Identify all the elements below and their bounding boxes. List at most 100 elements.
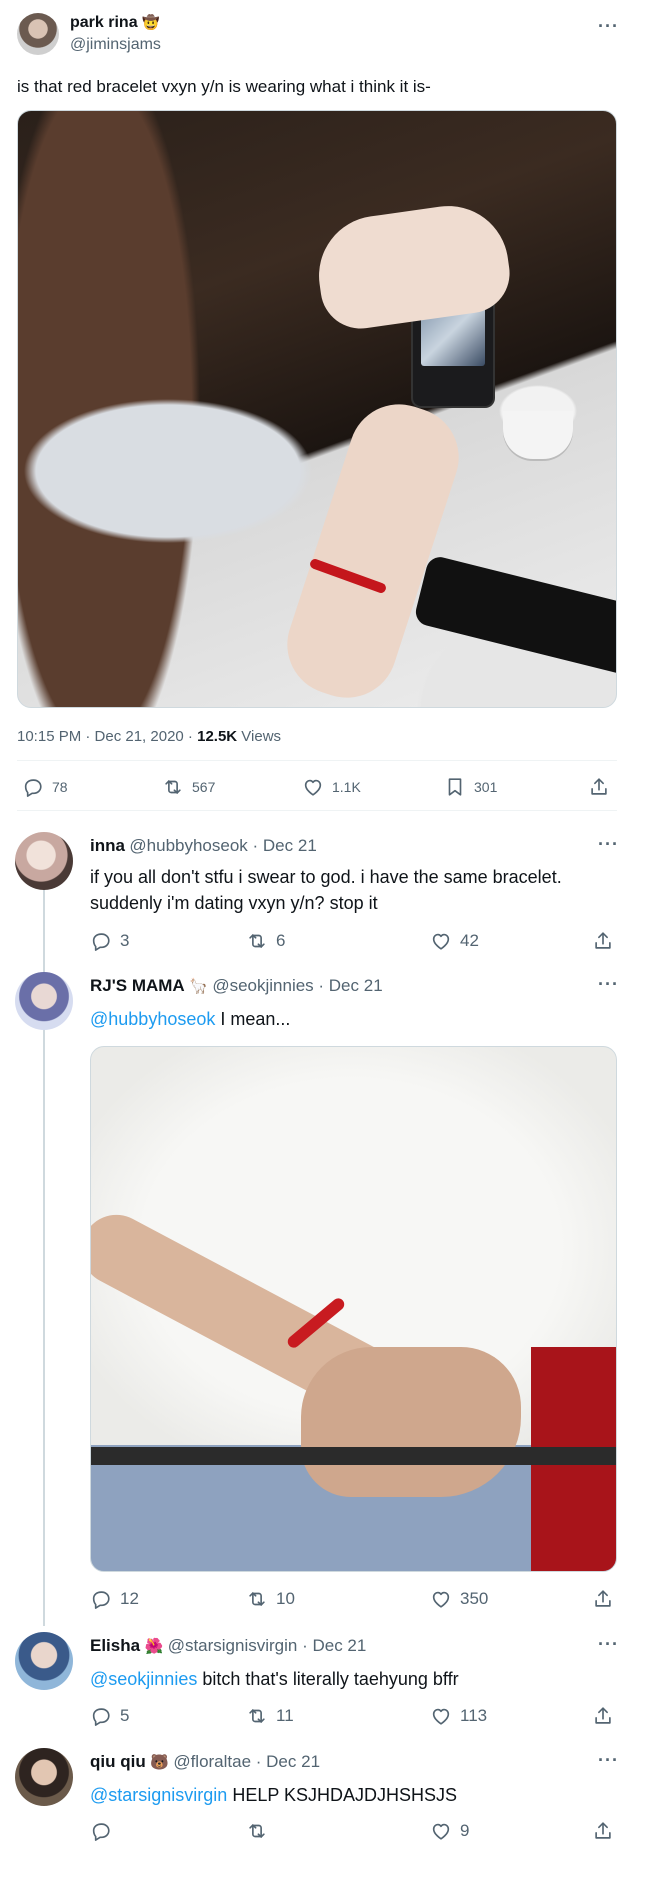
reply-count: 78 [52, 779, 68, 795]
tweet-photo[interactable] [17, 110, 617, 708]
like-button[interactable]: 1.1K [302, 776, 361, 798]
avatar[interactable] [15, 832, 73, 890]
mention-link[interactable]: @starsignisvirgin [90, 1785, 227, 1805]
avatar[interactable] [17, 13, 59, 55]
retweet-count: 6 [276, 931, 286, 950]
retweet-icon [246, 1705, 268, 1727]
like-button[interactable]: 9 [430, 1820, 469, 1842]
reply-text-line: suddenly i'm dating vxyn y/n? stop it [90, 893, 378, 913]
retweet-button[interactable]: 11 [246, 1705, 294, 1727]
views-label: Views [237, 728, 282, 745]
reply-header: qiu qiu 🐻 @floraltae · Dec 21 [90, 1752, 320, 1772]
like-count: 113 [460, 1706, 488, 1725]
retweet-button[interactable] [246, 1820, 276, 1842]
reply-header: Elisha 🌺 @starsignisvirgin · Dec 21 [90, 1636, 366, 1656]
heart-icon [430, 1705, 452, 1727]
display-name[interactable]: qiu qiu [90, 1752, 146, 1771]
reply-text-body: bitch that's literally taehyung bffr [197, 1669, 459, 1689]
divider [17, 810, 617, 811]
reply-button[interactable]: 12 [90, 1588, 139, 1610]
reply-header: RJ'S MAMA 🦙 @seokjinnies · Dec 21 [90, 976, 383, 996]
reply-count: 5 [120, 1706, 130, 1725]
reply-text: @starsignisvirgin HELP KSJHDAJDJHSHSJS [90, 1782, 457, 1808]
reply-text-body: I mean... [215, 1009, 291, 1029]
retweet-button[interactable]: 10 [246, 1588, 295, 1610]
name-emoji: 🦙 [189, 978, 208, 995]
reply-icon [90, 1705, 112, 1727]
handle[interactable]: @starsignisvirgin · Dec 21 [168, 1636, 367, 1655]
heart-icon [430, 1820, 452, 1842]
handle[interactable]: @floraltae · Dec 21 [173, 1752, 320, 1771]
bookmark-button[interactable]: 301 [444, 776, 497, 798]
tweet-meta: 10:15 PM · Dec 21, 2020 · 12.5K Views [17, 728, 281, 745]
reply-button[interactable]: 78 [22, 776, 68, 798]
handle[interactable]: @hubbyhoseok · Dec 21 [129, 836, 316, 855]
share-button[interactable] [592, 1705, 614, 1727]
avatar[interactable] [15, 1748, 73, 1806]
share-button[interactable] [592, 1820, 614, 1842]
reply-button[interactable]: 5 [90, 1705, 129, 1727]
retweet-count: 567 [192, 779, 216, 795]
more-icon[interactable]: ··· [598, 834, 619, 855]
arm-shape [274, 391, 472, 707]
reply-count: 12 [120, 1589, 139, 1608]
reply-button[interactable]: 3 [90, 930, 129, 952]
retweet-button[interactable]: 6 [246, 930, 285, 952]
hand-shape [301, 1347, 521, 1497]
more-icon[interactable]: ··· [598, 1634, 619, 1655]
handle[interactable]: @seokjinnies · Dec 21 [212, 976, 382, 995]
retweet-icon [162, 776, 184, 798]
share-button[interactable] [592, 1588, 614, 1610]
reply-count: 3 [120, 931, 130, 950]
retweet-button[interactable]: 567 [162, 776, 215, 798]
display-name[interactable]: inna [90, 836, 125, 855]
like-count: 1.1K [332, 779, 361, 795]
more-icon[interactable]: ··· [598, 1750, 619, 1771]
views-count: 12.5K [197, 728, 238, 745]
display-name[interactable]: Elisha [90, 1636, 140, 1655]
timestamp[interactable]: 10:15 PM · Dec 21, 2020 · [17, 728, 197, 745]
divider [17, 760, 617, 761]
phone-shape [412, 554, 616, 678]
share-icon [592, 1820, 614, 1842]
heart-icon [430, 930, 452, 952]
heart-icon [430, 1588, 452, 1610]
more-icon[interactable]: ··· [598, 16, 619, 37]
reply-icon [22, 776, 44, 798]
mention-link[interactable]: @seokjinnies [90, 1669, 197, 1689]
name-emoji: 🐻 [150, 1754, 169, 1771]
display-name[interactable]: park rina [70, 14, 138, 31]
share-button[interactable] [588, 776, 610, 798]
avatar[interactable] [15, 972, 73, 1030]
reply-button[interactable] [90, 1820, 120, 1842]
share-button[interactable] [592, 930, 614, 952]
mention-link[interactable]: @hubbyhoseok [90, 1009, 215, 1029]
share-icon [592, 1705, 614, 1727]
more-icon[interactable]: ··· [598, 974, 619, 995]
reply-photo[interactable] [90, 1046, 617, 1572]
display-name[interactable]: RJ'S MAMA [90, 976, 185, 995]
like-button[interactable]: 350 [430, 1588, 488, 1610]
retweet-icon [246, 930, 268, 952]
reply-icon [90, 1820, 112, 1842]
reply-text: @hubbyhoseok I mean... [90, 1006, 290, 1032]
cup-shape [503, 411, 573, 459]
name-emoji: 🌺 [144, 1638, 164, 1655]
retweet-icon [246, 1820, 268, 1842]
reply-header: inna @hubbyhoseok · Dec 21 [90, 836, 317, 856]
like-button[interactable]: 42 [430, 930, 479, 952]
like-count: 9 [460, 1821, 470, 1840]
retweet-count: 11 [276, 1706, 294, 1725]
avatar[interactable] [15, 1632, 73, 1690]
reply-icon [90, 1588, 112, 1610]
name-emoji: 🤠 [142, 14, 160, 30]
reply-text-body: HELP KSJHDAJDJHSHSJS [227, 1785, 458, 1805]
reply-text-line: if you all don't stfu i swear to god. i … [90, 867, 562, 887]
share-icon [592, 930, 614, 952]
bookmark-count: 301 [474, 779, 498, 795]
reply-text: if you all don't stfu i swear to god. i … [90, 864, 562, 916]
share-icon [592, 1588, 614, 1610]
reply-text: @seokjinnies bitch that's literally taeh… [90, 1666, 459, 1692]
like-button[interactable]: 113 [430, 1705, 487, 1727]
handle[interactable]: @jiminsjams [70, 36, 161, 54]
